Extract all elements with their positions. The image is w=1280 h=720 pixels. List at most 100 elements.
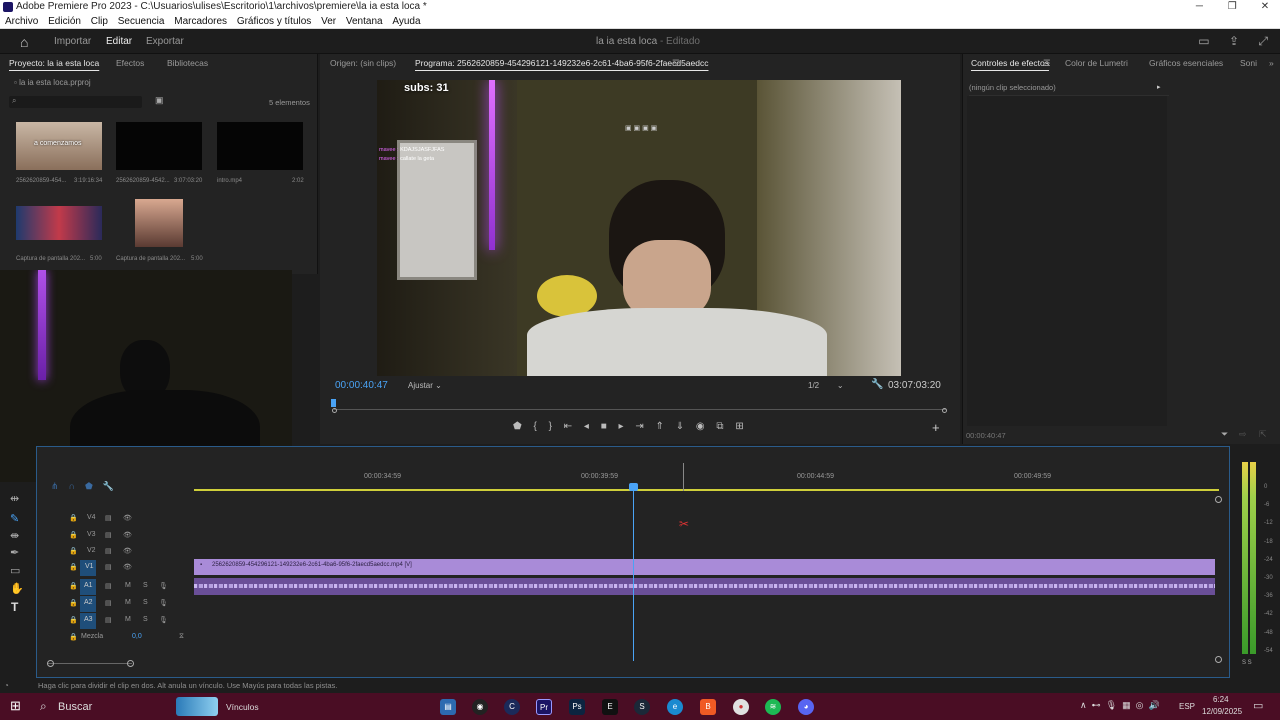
video-clip[interactable]: ▪ 2562620859-454296121-149232e6-2c61-4ba… xyxy=(194,559,1215,575)
edge-icon[interactable]: e xyxy=(667,699,683,715)
add-button-icon[interactable]: + xyxy=(932,420,940,435)
eye-icon[interactable]: 👁 xyxy=(123,547,132,555)
tab-editar[interactable]: Editar xyxy=(106,36,132,47)
eye-icon[interactable]: 👁 xyxy=(123,531,132,539)
effects-menu-icon[interactable]: ☰ xyxy=(1043,54,1051,72)
hand-tool-icon[interactable]: ✋ xyxy=(10,582,24,595)
snap-icon[interactable]: ⋔ xyxy=(51,481,59,491)
sync-icon[interactable]: ▤ xyxy=(105,582,112,590)
lock-icon[interactable]: 🔒 xyxy=(69,547,78,555)
windows-start-icon[interactable]: ⊞ xyxy=(10,698,21,714)
project-thumb-3[interactable] xyxy=(217,122,303,170)
project-thumb-2[interactable] xyxy=(116,122,202,170)
rectangle-tool-icon[interactable]: ▭ xyxy=(10,564,20,577)
epic-games-icon[interactable]: E xyxy=(602,699,618,715)
project-search-input[interactable]: ⌕ xyxy=(9,96,142,108)
vr-icon[interactable]: ⊞ xyxy=(735,421,743,432)
stop-icon[interactable]: ■ xyxy=(601,421,607,432)
lift-icon[interactable]: ⇑ xyxy=(656,421,664,432)
tab-exportar[interactable]: Exportar xyxy=(146,36,184,47)
lock-icon[interactable]: 🔒 xyxy=(69,616,78,624)
program-menu-icon[interactable]: ☰ xyxy=(672,54,680,72)
notifications-icon[interactable]: ▭ xyxy=(1253,699,1263,712)
lock-icon[interactable]: 🔒 xyxy=(69,514,78,522)
spotify-icon[interactable]: ≋ xyxy=(765,699,781,715)
wrench-icon[interactable]: 🔧 xyxy=(871,379,883,390)
lock-icon[interactable]: 🔒 xyxy=(69,563,78,571)
pen-tool-icon[interactable]: ✒ xyxy=(10,546,19,559)
tab-bibliotecas[interactable]: Bibliotecas xyxy=(167,54,208,72)
audio-clip[interactable] xyxy=(194,578,1215,595)
fullscreen-icon[interactable]: ⤢ xyxy=(1258,34,1268,48)
chrome-icon[interactable]: ● xyxy=(733,699,749,715)
search-highlight-image[interactable] xyxy=(176,697,218,716)
search-icon[interactable]: ⌕ xyxy=(40,699,47,714)
tray-chevron-icon[interactable]: ∧ xyxy=(1080,700,1087,710)
razor-tool-icon[interactable]: ✎ xyxy=(10,512,19,525)
vertical-zoom-handle[interactable] xyxy=(1215,656,1222,663)
share-icon[interactable]: ⇪ xyxy=(1229,34,1239,48)
zoom-handle-right[interactable] xyxy=(942,408,947,413)
scroll-handle-left[interactable] xyxy=(47,660,54,667)
tab-origen[interactable]: Origen: (sin clips) xyxy=(330,54,396,72)
mark-out-icon[interactable]: } xyxy=(549,421,552,432)
lock-icon[interactable]: 🔒 xyxy=(69,531,78,539)
taskbar-widget[interactable]: Vínculos xyxy=(226,702,259,712)
filter-icon[interactable]: ⏷ xyxy=(1221,429,1228,440)
sync-icon[interactable]: ▤ xyxy=(105,563,112,571)
sync-icon[interactable]: ▤ xyxy=(105,531,112,539)
track-select-icon[interactable]: ⇹ xyxy=(10,492,19,505)
taskbar-search[interactable]: Buscar xyxy=(58,701,92,713)
mute-button[interactable]: M xyxy=(125,582,131,589)
clock-time[interactable]: 6:24 xyxy=(1213,695,1229,704)
mic-icon[interactable]: 🎙 xyxy=(159,599,168,607)
obs-icon[interactable]: ◉ xyxy=(472,699,488,715)
tab-programa[interactable]: Programa: 2562620859-454296121-149232e6-… xyxy=(415,54,708,72)
add-marker-timeline-icon[interactable]: ⬟ xyxy=(85,481,93,491)
tab-controles-efectos[interactable]: Controles de efectos xyxy=(971,54,1049,72)
quality-select[interactable]: 1/2 ⌄ xyxy=(808,381,844,390)
eye-icon[interactable]: 👁 xyxy=(123,563,132,571)
timeline-playhead[interactable] xyxy=(633,485,634,661)
panel-layout-icon[interactable]: ▭ xyxy=(1198,34,1209,48)
menu-clip[interactable]: Clip xyxy=(86,14,108,29)
brave-icon[interactable]: B xyxy=(700,699,716,715)
scroll-handle-right[interactable] xyxy=(127,660,134,667)
mute-button[interactable]: M xyxy=(125,616,131,623)
playhead-handle[interactable] xyxy=(629,483,638,491)
sync-icon[interactable]: ▤ xyxy=(105,616,112,624)
timeline-ruler[interactable]: 00:00:34:59 00:00:39:59 00:00:44:59 00:0… xyxy=(194,473,1219,491)
tray-network-icon[interactable]: ▦ xyxy=(1122,700,1131,710)
home-icon[interactable]: ⌂ xyxy=(20,34,28,50)
tray-controller-icon[interactable]: ⊷ xyxy=(1092,700,1101,710)
type-tool-icon[interactable]: T xyxy=(11,600,18,614)
bin-icon[interactable]: ▣ xyxy=(155,95,164,106)
close-button[interactable]: ✕ xyxy=(1250,0,1280,14)
menu-marcadores[interactable]: Marcadores xyxy=(169,14,227,29)
compare-icon[interactable]: ⧉ xyxy=(716,421,723,432)
mic-icon[interactable]: 🎙 xyxy=(159,582,168,590)
panel-overflow-icon[interactable]: » xyxy=(1269,54,1274,72)
lock-icon[interactable]: 🔒 xyxy=(69,582,78,590)
menu-secuencia[interactable]: Secuencia xyxy=(113,14,165,29)
sync-icon[interactable]: ▤ xyxy=(105,599,112,607)
photoshop-icon[interactable]: Ps xyxy=(569,699,585,715)
file-explorer-icon[interactable]: ▤ xyxy=(440,699,456,715)
project-thumb-5[interactable] xyxy=(135,199,183,247)
program-scrubber[interactable] xyxy=(334,409,946,410)
add-marker-icon[interactable]: ⬟ xyxy=(513,421,522,432)
program-timecode[interactable]: 00:00:40:47 xyxy=(335,380,388,391)
menu-graficos[interactable]: Gráficos y títulos xyxy=(232,14,311,29)
go-to-in-icon[interactable]: ⇤ xyxy=(564,421,572,432)
mark-in-icon[interactable]: { xyxy=(533,421,536,432)
step-back-icon[interactable]: ◂ xyxy=(584,421,589,432)
mic-icon[interactable]: 🎙 xyxy=(159,616,168,624)
input-language[interactable]: ESP xyxy=(1179,702,1195,711)
extract-icon[interactable]: ⇓ xyxy=(676,421,684,432)
lock-icon[interactable]: 🔒 xyxy=(69,633,78,641)
mix-end-icon[interactable]: ⧖ xyxy=(179,633,184,641)
tab-importar[interactable]: Importar xyxy=(54,36,91,47)
tray-steam-icon[interactable]: ◎ xyxy=(1136,700,1144,710)
steam-icon[interactable]: S xyxy=(634,699,650,715)
tab-efectos[interactable]: Efectos xyxy=(116,54,144,72)
